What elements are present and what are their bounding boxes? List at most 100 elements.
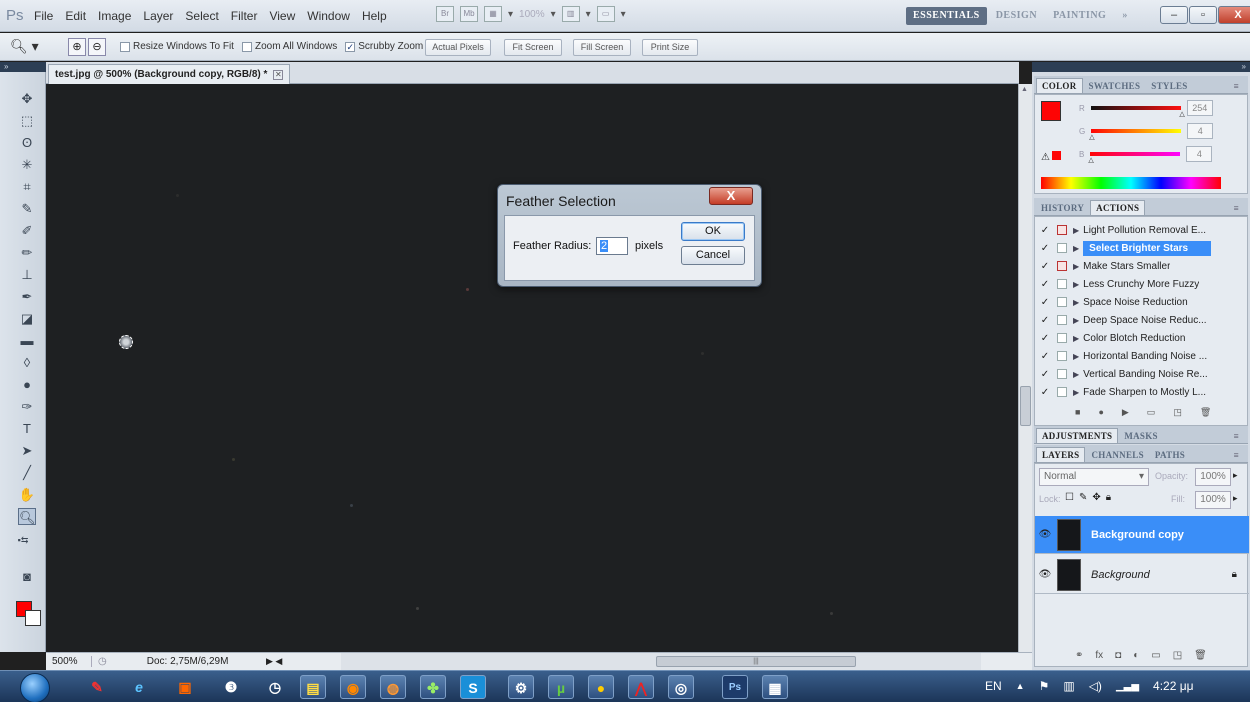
brush-tool-icon[interactable]: ✏ <box>18 244 36 261</box>
record-icon[interactable]: ● <box>1098 407 1103 418</box>
settings-icon[interactable]: ⚙ <box>508 675 534 699</box>
zoom-value-field[interactable]: 500% <box>46 656 92 667</box>
zoom-in-icon[interactable]: ⊕ <box>68 38 86 56</box>
foreground-color-swatch[interactable] <box>1041 101 1061 121</box>
zoom-tool-icon[interactable]: 🔍︎ <box>18 508 36 525</box>
slider-handle-icon[interactable]: △ <box>1179 110 1184 118</box>
ok-button[interactable]: OK <box>681 222 745 241</box>
pen-tool-icon[interactable]: ✑ <box>18 398 36 415</box>
chevron-down-icon[interactable]: ▾ <box>508 9 513 20</box>
acrobat-icon[interactable]: ⋀ <box>628 675 654 699</box>
tab-layers[interactable]: LAYERS <box>1036 447 1086 462</box>
minimize-button[interactable]: – <box>1160 6 1188 24</box>
panel-menu-icon[interactable]: ≡ <box>1229 429 1244 443</box>
modal-toggle-icon[interactable] <box>1057 243 1067 253</box>
volume-icon[interactable]: ◁) <box>1089 679 1102 693</box>
start-button[interactable] <box>20 673 50 702</box>
color-ramp[interactable] <box>1041 177 1221 189</box>
media-player-icon[interactable]: ▣ <box>172 675 198 699</box>
menu-filter[interactable]: Filter <box>225 9 264 23</box>
language-indicator[interactable]: EN <box>985 679 1002 693</box>
quick-mask-icon[interactable]: ◙ <box>18 568 36 585</box>
new-action-icon[interactable]: ◳ <box>1173 407 1182 418</box>
menu-file[interactable]: File <box>28 9 59 23</box>
checkmark-icon[interactable]: ✓ <box>1039 297 1051 308</box>
magic-wand-icon[interactable]: ✳ <box>18 156 36 173</box>
tab-actions[interactable]: ACTIONS <box>1090 200 1146 215</box>
view-extras-icon[interactable]: ▦ <box>484 6 502 22</box>
action-row[interactable]: ✓ ▶ Light Pollution Removal E... <box>1035 221 1235 239</box>
chevron-down-icon[interactable]: ▾ <box>551 9 556 20</box>
green-value[interactable]: 4 <box>1187 123 1214 139</box>
checkmark-icon[interactable]: ✓ <box>345 41 356 52</box>
document-canvas[interactable] <box>46 84 1019 652</box>
zoom-all-windows-checkbox[interactable]: Zoom All Windows <box>241 41 337 52</box>
lock-position-icon[interactable]: ✥ <box>1092 492 1100 503</box>
tab-channels[interactable]: CHANNELS <box>1086 448 1148 462</box>
selected-star-marquee[interactable] <box>119 335 133 349</box>
layer-style-icon[interactable]: fx <box>1095 650 1103 661</box>
expand-icon[interactable]: ▶ <box>1073 280 1079 289</box>
collapse-icon[interactable]: » <box>0 62 46 72</box>
gradient-tool-icon[interactable]: ▬ <box>18 332 36 349</box>
menu-layer[interactable]: Layer <box>137 9 179 23</box>
modal-toggle-icon[interactable] <box>1057 315 1067 325</box>
layer-row-background[interactable]: 👁︎ Background 🔒︎ <box>1035 556 1249 594</box>
red-slider[interactable]: △ <box>1090 106 1185 118</box>
status-menu-arrow-icon[interactable]: ▶ ◀ <box>266 656 282 667</box>
action-row[interactable]: ✓ ▶ Fade Sharpen to Mostly L... <box>1035 383 1235 401</box>
play-icon[interactable]: ▶ <box>1122 407 1129 418</box>
close-tab-icon[interactable]: ✕ <box>273 69 284 80</box>
expand-icon[interactable]: ▶ <box>1073 226 1079 235</box>
type-tool-icon[interactable]: T <box>18 420 36 437</box>
network-icon[interactable]: ▥ <box>1063 679 1074 693</box>
utorrent-icon[interactable]: µ <box>548 675 574 699</box>
signal-icon[interactable]: ▁▃▅ <box>1116 681 1139 692</box>
checkmark-icon[interactable]: ✓ <box>1039 279 1051 290</box>
modal-toggle-icon[interactable] <box>1057 261 1067 271</box>
tab-paths[interactable]: PATHS <box>1150 448 1190 462</box>
document-tab[interactable]: test.jpg @ 500% (Background copy, RGB/8)… <box>48 64 291 84</box>
action-row[interactable]: ✓ ▶ Color Blotch Reduction <box>1035 329 1235 347</box>
chevron-up-icon[interactable]: ▲ <box>1016 681 1025 691</box>
workspace-design[interactable]: DESIGN <box>989 7 1044 25</box>
lock-pixels-icon[interactable]: ✎ <box>1079 492 1087 503</box>
clock-icon[interactable]: ◷ <box>262 675 288 699</box>
checkmark-icon[interactable]: ✓ <box>1039 387 1051 398</box>
photoshop-taskbar-icon[interactable]: Ps <box>722 675 748 699</box>
new-group-icon[interactable]: ▭ <box>1151 650 1160 661</box>
checkmark-icon[interactable]: ✓ <box>1039 369 1051 380</box>
chevron-down-icon[interactable]: ▾ <box>586 9 591 20</box>
layer-row-background-copy[interactable]: 👁︎ Background copy <box>1035 516 1249 554</box>
adjustment-layer-icon[interactable]: ◐ <box>1133 650 1139 661</box>
print-size-button[interactable]: Print Size <box>642 39 698 56</box>
blend-mode-select[interactable]: Normal ▾ <box>1039 468 1149 486</box>
expand-icon[interactable]: ▶ <box>1073 370 1079 379</box>
action-row[interactable]: ✓ ▶ Make Stars Smaller <box>1035 257 1235 275</box>
puzzle-icon[interactable]: ✤ <box>420 675 446 699</box>
lasso-tool-icon[interactable]: ʘ <box>18 134 36 151</box>
pin-icon[interactable]: ✎ <box>84 675 110 699</box>
new-layer-icon[interactable]: ◳ <box>1173 650 1182 661</box>
panel-menu-icon[interactable]: ≡ <box>1229 201 1244 215</box>
notepad-icon[interactable]: ▦ <box>762 675 788 699</box>
menu-select[interactable]: Select <box>179 9 224 23</box>
modal-toggle-icon[interactable] <box>1057 297 1067 307</box>
checkmark-icon[interactable]: ✓ <box>1039 333 1051 344</box>
crop-tool-icon[interactable]: ⌗ <box>18 178 36 195</box>
slider-handle-icon[interactable]: △ <box>1089 133 1094 141</box>
action-row-selected[interactable]: ✓ ▶ Select Brighter Stars <box>1035 239 1235 257</box>
eye-icon[interactable]: 👁︎ <box>1035 529 1055 540</box>
more-workspaces-button[interactable]: » <box>1115 7 1135 25</box>
dodge-tool-icon[interactable]: ● <box>18 376 36 393</box>
healing-brush-icon[interactable]: ✐ <box>18 222 36 239</box>
checkmark-icon[interactable]: ✓ <box>1039 315 1051 326</box>
mini-bridge-button[interactable]: Mb <box>460 6 478 22</box>
clone-stamp-icon[interactable]: ⊥ <box>18 266 36 283</box>
zoom-level-dropdown[interactable]: 100% <box>519 9 545 20</box>
checkbox-icon[interactable] <box>120 41 130 52</box>
expand-icon[interactable]: ▶ <box>1073 334 1079 343</box>
checkbox-icon[interactable] <box>241 41 252 52</box>
blue-slider[interactable]: △ <box>1088 152 1181 164</box>
modal-toggle-icon[interactable] <box>1057 387 1067 397</box>
